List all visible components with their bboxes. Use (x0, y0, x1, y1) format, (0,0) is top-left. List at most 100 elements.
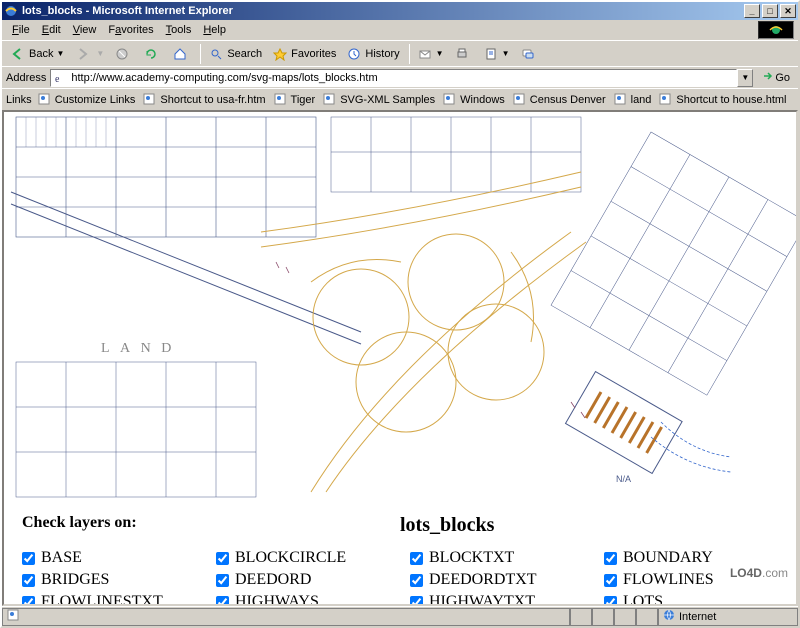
layer-label: BLOCKCIRCLE (235, 549, 346, 567)
minimize-button[interactable]: _ (744, 4, 760, 18)
links-item-4[interactable]: Windows (443, 93, 505, 107)
layer-deedordtxt[interactable]: DEEDORDTXT (410, 571, 584, 589)
throbber-icon (758, 21, 794, 39)
address-dropdown-icon[interactable]: ▼ (737, 69, 753, 87)
window-title: lots_blocks - Microsoft Internet Explore… (22, 5, 233, 17)
favorites-label: Favorites (291, 48, 336, 60)
home-icon (172, 46, 188, 62)
layer-label: DEEDORD (235, 571, 311, 589)
page-link-icon (143, 93, 157, 107)
layer-highways[interactable]: HIGHWAYS (216, 593, 390, 606)
close-button[interactable]: ✕ (780, 4, 796, 18)
stop-button[interactable] (110, 43, 137, 65)
back-button[interactable]: Back ▼ (6, 43, 68, 65)
menu-edit[interactable]: Edit (36, 22, 67, 38)
layer-label: HIGHWAYS (235, 593, 319, 606)
status-cell-4 (636, 608, 658, 626)
discuss-button[interactable] (516, 43, 543, 65)
layer-deedord[interactable]: DEEDORD (216, 571, 390, 589)
nav-toolbar: Back ▼ ▼ Search Favorites History ▼ ▼ (2, 40, 798, 66)
layer-label: BLOCKTXT (429, 549, 514, 567)
links-item-5[interactable]: Census Denver (513, 93, 606, 107)
page-icon (7, 609, 19, 624)
menu-help[interactable]: Help (197, 22, 232, 38)
discuss-icon (520, 46, 536, 62)
layer-label: BOUNDARY (623, 549, 713, 567)
print-button[interactable] (450, 43, 477, 65)
svg-map[interactable]: L A N D N/A (4, 112, 796, 502)
links-item-0[interactable]: Customize Links (38, 93, 136, 107)
layer-checkbox-bridges[interactable] (22, 574, 35, 587)
layer-checkbox-flowlinestxt[interactable] (22, 596, 35, 607)
layer-checkbox-deedordtxt[interactable] (410, 574, 423, 587)
page-link-icon (274, 93, 288, 107)
history-button[interactable]: History (342, 43, 403, 65)
check-layers-heading: Check layers on: (22, 514, 400, 537)
edit-dropdown-icon[interactable]: ▼ (502, 49, 510, 58)
go-button[interactable]: Go (757, 67, 794, 88)
layer-bridges[interactable]: BRIDGES (22, 571, 196, 589)
mail-icon (417, 46, 433, 62)
layer-label: HIGHWAYTXT (429, 593, 535, 606)
menu-tools[interactable]: Tools (160, 22, 198, 38)
layer-blocktxt[interactable]: BLOCKTXT (410, 549, 584, 567)
layer-base[interactable]: BASE (22, 549, 196, 567)
home-button[interactable] (168, 43, 195, 65)
print-icon (454, 46, 470, 62)
page-body: Check layers on: lots_blocks BASEBLOCKCI… (4, 502, 796, 606)
page-link-icon (443, 93, 457, 107)
layer-checkbox-boundary[interactable] (604, 552, 617, 565)
favorites-button[interactable]: Favorites (268, 43, 340, 65)
back-dropdown-icon[interactable]: ▼ (56, 49, 64, 58)
layer-lots[interactable]: LOTS (604, 593, 778, 606)
forward-button[interactable]: ▼ (70, 43, 108, 65)
menu-view[interactable]: View (67, 22, 103, 38)
layer-checkbox-deedord[interactable] (216, 574, 229, 587)
links-bar: Links Customize Links Shortcut to usa-fr.… (2, 88, 798, 110)
links-item-6[interactable]: land (614, 93, 652, 107)
address-label: Address (6, 72, 46, 84)
mail-dropdown-icon[interactable]: ▼ (436, 49, 444, 58)
layer-checkbox-lots[interactable] (604, 596, 617, 607)
layer-highwaytxt[interactable]: HIGHWAYTXT (410, 593, 584, 606)
go-label: Go (775, 72, 790, 84)
links-item-7[interactable]: Shortcut to house.html (659, 93, 786, 107)
maximize-button[interactable]: □ (762, 4, 778, 18)
fwd-dropdown-icon[interactable]: ▼ (96, 49, 104, 58)
layer-checkbox-blockcircle[interactable] (216, 552, 229, 565)
back-arrow-icon (10, 46, 26, 62)
layer-blockcircle[interactable]: BLOCKCIRCLE (216, 549, 390, 567)
links-item-2[interactable]: Tiger (274, 93, 316, 107)
menu-favorites[interactable]: Favorites (102, 22, 159, 38)
title-bar: lots_blocks - Microsoft Internet Explore… (2, 2, 798, 20)
mail-button[interactable]: ▼ (413, 43, 448, 65)
favorites-icon (272, 46, 288, 62)
links-item-3[interactable]: SVG-XML Samples (323, 93, 435, 107)
back-label: Back (29, 48, 53, 60)
page-link-icon (38, 93, 52, 107)
layer-label: FLOWLINESTXT (41, 593, 163, 606)
layer-checkbox-blocktxt[interactable] (410, 552, 423, 565)
svg-text:N/A: N/A (616, 474, 631, 484)
history-label: History (365, 48, 399, 60)
status-cell-2 (592, 608, 614, 626)
layer-checkbox-flowlines[interactable] (604, 574, 617, 587)
refresh-button[interactable] (139, 43, 166, 65)
status-zone: Internet (658, 608, 798, 626)
menu-file[interactable]: File (6, 22, 36, 38)
links-item-1[interactable]: Shortcut to usa-fr.htm (143, 93, 265, 107)
page-link-icon (614, 93, 628, 107)
status-cell-1 (570, 608, 592, 626)
layer-checkbox-highways[interactable] (216, 596, 229, 607)
search-button[interactable]: Search (204, 43, 266, 65)
internet-zone-icon (663, 609, 675, 624)
search-label: Search (227, 48, 262, 60)
layer-checkbox-base[interactable] (22, 552, 35, 565)
links-label: Links (6, 94, 32, 106)
address-input[interactable] (50, 69, 737, 87)
layer-label: FLOWLINES (623, 571, 714, 589)
layer-flowlinestxt[interactable]: FLOWLINESTXT (22, 593, 196, 606)
layer-boundary[interactable]: BOUNDARY (604, 549, 778, 567)
edit-button[interactable]: ▼ (479, 43, 514, 65)
layer-checkbox-highwaytxt[interactable] (410, 596, 423, 607)
